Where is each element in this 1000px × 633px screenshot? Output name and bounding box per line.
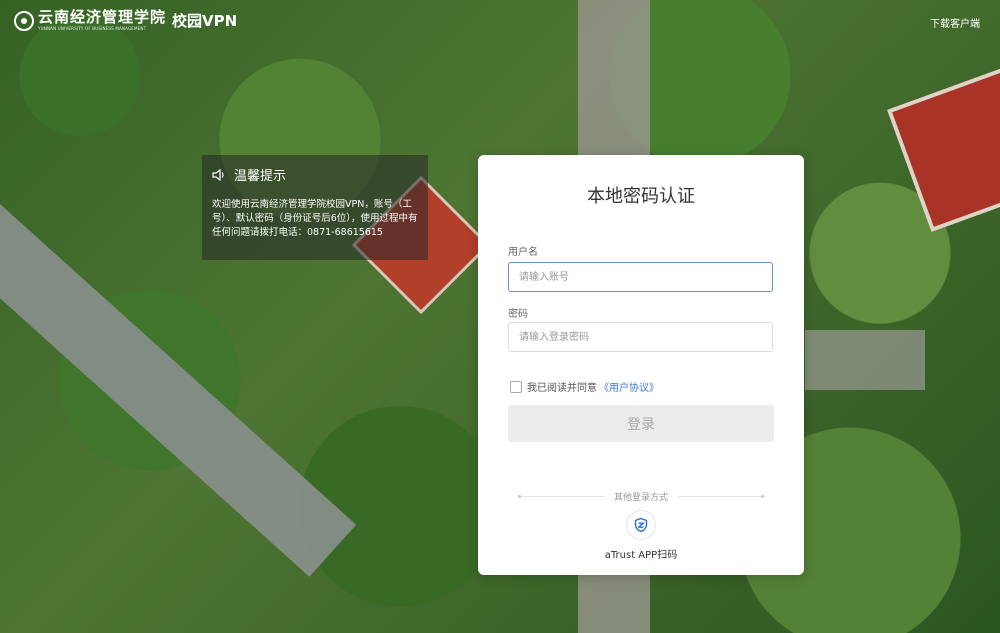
notice-title: 温馨提示 [234, 169, 287, 184]
password-input[interactable] [508, 322, 773, 352]
logo-vpn-title: 校园VPN [172, 12, 238, 30]
emblem-icon [14, 10, 34, 31]
agree-text: 我已阅读并同意 [527, 383, 597, 394]
login-title: 本地密码认证 [587, 186, 695, 207]
top-bar: 云南经济管理学院 YUNNAN UNIVERSITY OF BUSINESS M… [0, 0, 1000, 44]
atrust-icon[interactable] [626, 510, 656, 540]
login-button[interactable]: 登录 [508, 405, 774, 442]
notice-body: 欢迎使用云南经济管理学院校园VPN，账号（工号）、默认密码（身份证号后6位），使… [212, 199, 418, 238]
university-logo: 云南经济管理学院 YUNNAN UNIVERSITY OF BUSINESS M… [14, 10, 237, 31]
other-methods-divider: 其他登录方式 [518, 490, 765, 503]
logo-english-name: YUNNAN UNIVERSITY OF BUSINESS MANAGEMENT [38, 26, 147, 31]
user-agreement-link[interactable]: 《用户协议》 [599, 379, 659, 394]
divider-line-right [678, 494, 765, 498]
notice-header: 温馨提示 [212, 165, 418, 184]
divider-line-left [518, 494, 604, 498]
agreement-row: 我已阅读并同意 《用户协议》 [510, 379, 659, 394]
username-input[interactable] [508, 262, 773, 292]
password-label: 密码 [508, 309, 528, 320]
atrust-label: aTrust APP扫码 [604, 550, 678, 561]
other-methods-label: 其他登录方式 [614, 492, 669, 503]
agree-checkbox[interactable] [510, 380, 522, 393]
atrust-login-option[interactable]: aTrust APP扫码 [478, 510, 804, 561]
username-label: 用户名 [508, 247, 538, 258]
logo-text: 云南经济管理学院 YUNNAN UNIVERSITY OF BUSINESS M… [38, 10, 166, 31]
download-client-link[interactable]: 下载客户端 [930, 15, 980, 30]
speaker-icon [212, 168, 224, 181]
logo-chinese-name: 云南经济管理学院 [38, 8, 167, 26]
notice-panel: 温馨提示 欢迎使用云南经济管理学院校园VPN，账号（工号）、默认密码（身份证号后… [202, 155, 428, 260]
login-card: 本地密码认证 用户名 密码 我已阅读并同意 《用户协议》 登录 其他登录方式 a… [478, 155, 804, 575]
